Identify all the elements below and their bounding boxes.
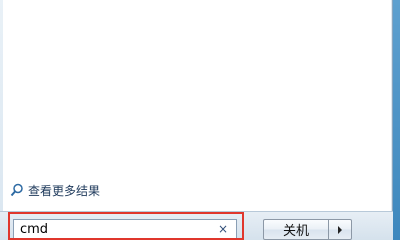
- shutdown-options-button[interactable]: [329, 219, 352, 240]
- search-icon: [10, 183, 24, 197]
- start-menu: 查看更多结果 × 关机: [0, 0, 400, 240]
- pane-left-edge: [0, 0, 3, 211]
- arrow-right-icon: [338, 225, 342, 234]
- search-highlight-frame: [8, 212, 244, 240]
- shutdown-label: 关机: [282, 224, 309, 239]
- see-more-results-label: 查看更多结果: [28, 183, 101, 198]
- search-results-pane: [0, 0, 393, 211]
- start-menu-right-frame: [393, 0, 400, 240]
- shutdown-button[interactable]: 关机: [263, 219, 329, 240]
- see-more-results-link[interactable]: 查看更多结果: [10, 181, 100, 199]
